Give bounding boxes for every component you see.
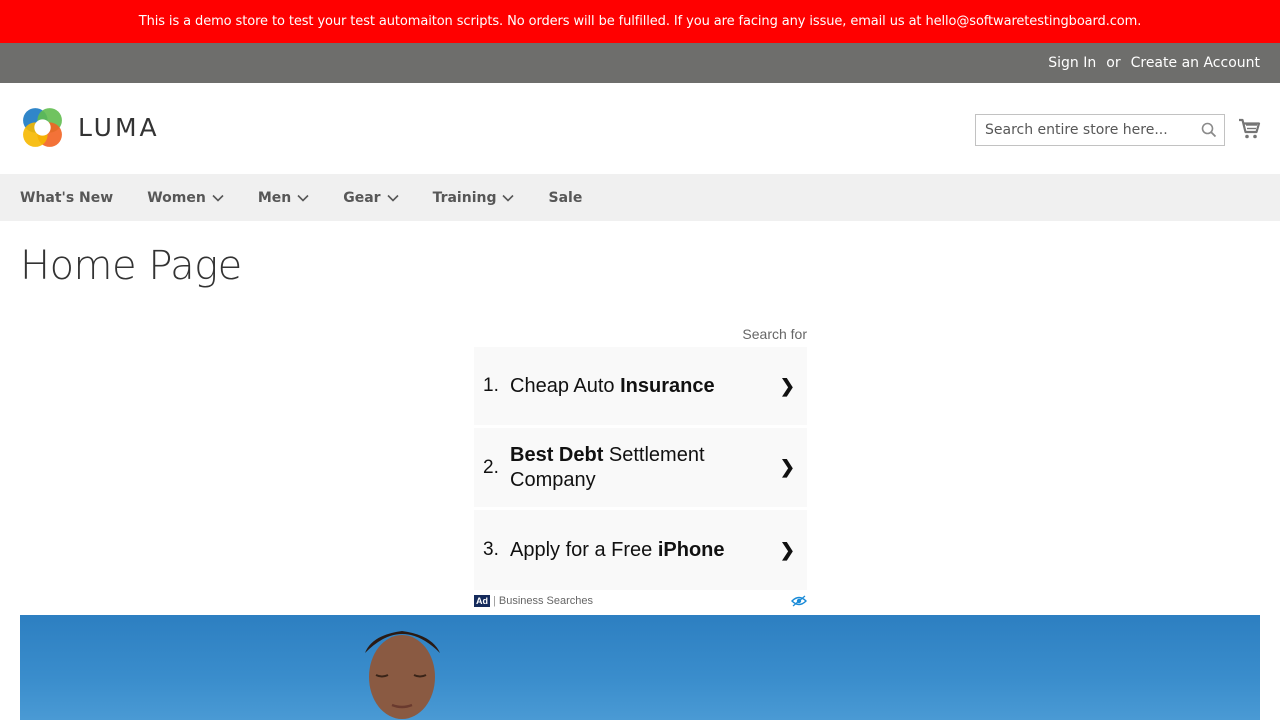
nav-item-training[interactable]: Training	[433, 190, 515, 206]
ad-item-text: Best Debt Settlement Company	[510, 443, 705, 491]
nav-label: Sale	[548, 189, 583, 206]
create-account-link[interactable]: Create an Account	[1131, 55, 1260, 71]
nav-label: Women	[147, 189, 206, 206]
ad-item-number: 2.	[483, 456, 499, 478]
ad-link-item[interactable]: 3. Apply for a Free iPhone ❯	[474, 510, 807, 590]
search-icon[interactable]	[1194, 122, 1224, 138]
demo-notice-banner: This is a demo store to test your test a…	[0, 0, 1280, 43]
ad-footer-label: Business Searches	[498, 595, 594, 607]
ad-item-number: 3.	[483, 539, 499, 560]
nav-item-sale[interactable]: Sale	[548, 190, 582, 206]
nav-item-men[interactable]: Men	[258, 190, 309, 206]
hero-banner-image[interactable]	[20, 615, 1260, 720]
logo-text: LUMA	[78, 113, 160, 142]
or-separator: or	[1106, 55, 1121, 71]
ad-item-text: Apply for a Free iPhone	[510, 538, 725, 561]
demo-notice-text: This is a demo store to test your test a…	[138, 14, 1142, 29]
hero-woman-illustration	[365, 631, 440, 719]
ad-link-item[interactable]: 2. Best Debt Settlement Company ❯	[474, 428, 807, 510]
nav-item-gear[interactable]: Gear	[343, 189, 399, 206]
ad-footer: Ad | Business Searches	[474, 590, 807, 612]
main-navigation: What's New Women Men Gear Training Sale	[0, 174, 1280, 221]
top-links-bar: Sign In or Create an Account	[0, 43, 1280, 83]
search-input[interactable]	[976, 115, 1194, 145]
nav-label: Gear	[343, 189, 381, 206]
ad-search-for-label: Search for	[742, 326, 807, 342]
luma-logo[interactable]: LUMA	[20, 105, 160, 150]
chevron-down-icon	[297, 194, 309, 202]
chevron-right-icon: ❯	[779, 539, 795, 560]
nav-label: Men	[257, 189, 292, 206]
nav-item-whats-new[interactable]: What's New	[20, 190, 113, 206]
nav-item-women[interactable]: Women	[147, 190, 224, 206]
chevron-down-icon	[502, 194, 515, 202]
sign-in-link[interactable]: Sign In	[1048, 55, 1096, 71]
chevron-right-icon: ❯	[779, 375, 795, 396]
ad-item-text: Cheap Auto Insurance	[510, 374, 715, 397]
shopping-cart-icon[interactable]	[1238, 117, 1262, 141]
ad-privacy-eye-icon[interactable]	[791, 595, 807, 607]
ad-badge: Ad	[474, 595, 490, 607]
ad-link-item[interactable]: 1. Cheap Auto Insurance ❯	[474, 347, 807, 428]
luma-logo-icon	[23, 108, 62, 147]
nav-label: Training	[432, 189, 497, 206]
sponsored-search-ad: Search for 1. Cheap Auto Insurance ❯ 2. …	[474, 326, 807, 612]
nav-label: What's New	[20, 189, 114, 206]
site-header: LUMA	[0, 83, 1280, 174]
chevron-right-icon: ❯	[779, 457, 795, 477]
ad-item-number: 1.	[483, 375, 499, 396]
chevron-down-icon	[386, 194, 399, 202]
search-box	[975, 114, 1225, 146]
chevron-down-icon	[212, 194, 224, 202]
page-title: Home Page	[20, 243, 242, 289]
